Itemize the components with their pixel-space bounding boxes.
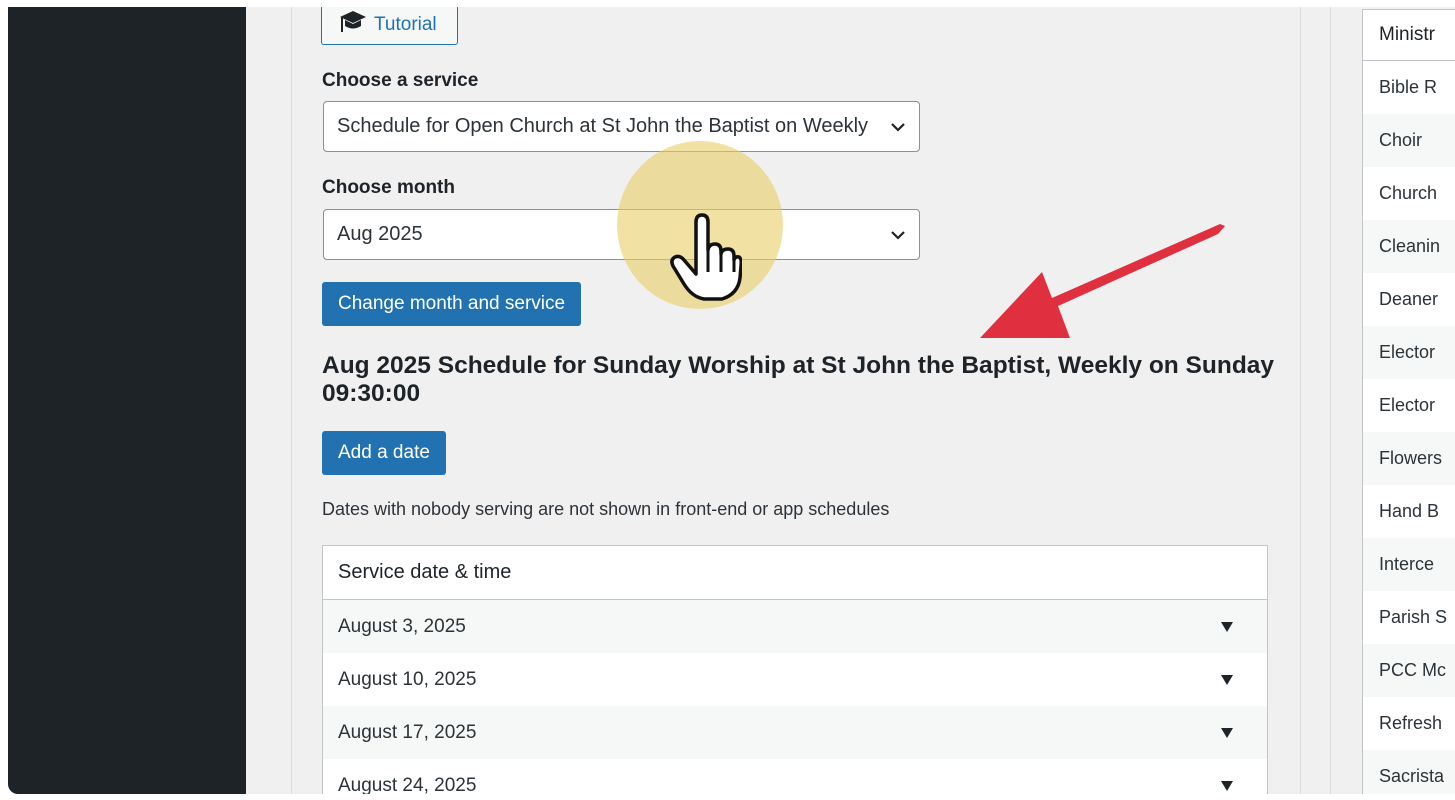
red-arrow-annotation [980, 224, 1225, 338]
ministry-item[interactable]: Choir [1363, 114, 1455, 167]
service-label: Choose a service [322, 70, 479, 91]
ministry-item[interactable]: Cleanin [1363, 220, 1455, 273]
tutorial-label: Tutorial [374, 14, 437, 35]
table-body: August 3, 2025 August 10, 2025 August 17… [323, 600, 1267, 794]
column-divider [1330, 7, 1331, 794]
ministry-item[interactable]: Flowers [1363, 432, 1455, 485]
tutorial-button[interactable]: Tutorial [321, 7, 458, 45]
expand-triangle-icon[interactable] [1221, 728, 1233, 738]
ministry-item[interactable]: Refresh [1363, 697, 1455, 750]
graduation-cap-icon [338, 8, 368, 42]
ministry-item[interactable]: Sacrista [1363, 750, 1455, 794]
table-row[interactable]: August 10, 2025 [323, 653, 1267, 706]
chevron-down-icon [891, 123, 905, 132]
schedule-table: Service date & time August 3, 2025 Augus… [322, 545, 1268, 794]
row-date: August 24, 2025 [338, 774, 477, 795]
ministry-item[interactable]: Church [1363, 167, 1455, 220]
table-header: Service date & time [323, 546, 1267, 600]
expand-triangle-icon[interactable] [1221, 675, 1233, 685]
month-label: Choose month [322, 177, 455, 198]
service-select-value: Schedule for Open Church at St John the … [337, 115, 869, 137]
ministries-list: Ministr Bible R Choir Church Cleanin Dea… [1362, 9, 1455, 794]
ministry-item[interactable]: PCC Mc [1363, 644, 1455, 697]
ministry-item[interactable]: Interce [1363, 538, 1455, 591]
app-window: Tutorial Choose a service Schedule for O… [8, 7, 1455, 794]
ministry-item[interactable]: Deaner [1363, 273, 1455, 326]
ministry-item[interactable]: Elector [1363, 379, 1455, 432]
service-select[interactable]: Schedule for Open Church at St John the … [323, 101, 920, 152]
chevron-down-icon [891, 231, 905, 240]
expand-triangle-icon[interactable] [1221, 622, 1233, 632]
admin-sidebar [8, 7, 246, 794]
month-select-value: Aug 2025 [337, 223, 423, 245]
ministry-item[interactable]: Parish S [1363, 591, 1455, 644]
table-row[interactable]: August 24, 2025 [323, 759, 1267, 794]
add-date-button[interactable]: Add a date [322, 431, 446, 475]
ministry-item[interactable]: Hand B [1363, 485, 1455, 538]
ministry-item[interactable]: Elector [1363, 326, 1455, 379]
ministries-header: Ministr [1363, 10, 1455, 61]
row-date: August 17, 2025 [338, 721, 477, 743]
change-month-service-button[interactable]: Change month and service [322, 282, 582, 326]
row-date: August 3, 2025 [338, 615, 466, 637]
hand-pointer-icon [670, 213, 742, 301]
ministry-item[interactable]: Bible R [1363, 61, 1455, 114]
table-row[interactable]: August 17, 2025 [323, 706, 1267, 759]
expand-triangle-icon[interactable] [1221, 781, 1233, 791]
row-date: August 10, 2025 [338, 668, 477, 690]
ministries-items: Bible R Choir Church Cleanin Deaner Elec… [1363, 61, 1455, 794]
table-row[interactable]: August 3, 2025 [323, 600, 1267, 653]
schedule-note: Dates with nobody serving are not shown … [322, 499, 890, 519]
schedule-heading: Aug 2025 Schedule for Sunday Worship at … [322, 352, 1275, 407]
